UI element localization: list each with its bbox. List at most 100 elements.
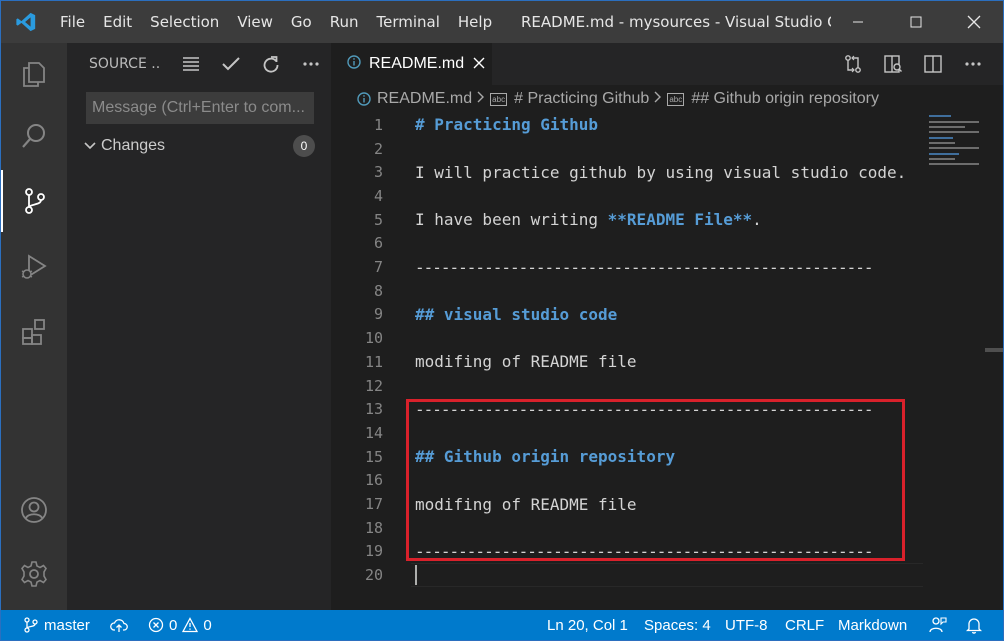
minimize-icon [853, 21, 863, 23]
commit-button[interactable] [211, 49, 251, 79]
problems-indicator[interactable]: 0 0 [148, 610, 212, 640]
ellipsis-icon [303, 62, 319, 66]
minimap-line [929, 131, 979, 133]
line-number: 13 [364, 400, 383, 419]
maximize-button[interactable] [887, 1, 945, 43]
string-symbol-icon: abc [490, 92, 508, 106]
menu-edit[interactable]: Edit [94, 1, 141, 43]
line-number: 18 [364, 518, 383, 537]
status-bar: master 0 0 Ln 20, Col 1 Spaces: 4 UTF-8 … [1, 610, 1003, 640]
manage-button[interactable] [1, 543, 67, 605]
encoding-setting[interactable]: UTF-8 [725, 610, 768, 640]
source-control-button[interactable] [1, 170, 67, 232]
code-line-5: 5 I have been writing **README File**. [331, 208, 923, 232]
tab-readme[interactable]: README.md [331, 43, 492, 85]
line-text-bold: **README File** [607, 210, 753, 230]
highlight-annotation-box [406, 399, 905, 561]
breadcrumb-file-label: README.md [377, 90, 473, 107]
line-number: 10 [364, 329, 383, 348]
branch-name: master [44, 616, 90, 634]
line-text-post: . [752, 210, 762, 230]
git-branch-icon [24, 617, 38, 633]
split-editor-icon [924, 55, 942, 73]
refresh-button[interactable] [251, 49, 291, 79]
feedback-button[interactable] [929, 610, 952, 640]
code-line-10: 10 [331, 326, 923, 350]
menu-selection[interactable]: Selection [141, 1, 228, 43]
branch-indicator[interactable]: master [23, 610, 90, 640]
language-mode[interactable]: Markdown [838, 610, 907, 640]
text-cursor [415, 565, 417, 585]
notifications-button[interactable] [966, 610, 987, 640]
extensions-button[interactable] [1, 301, 67, 363]
minimap-line [929, 115, 951, 117]
search-button[interactable] [1, 105, 67, 167]
minimap[interactable] [923, 113, 985, 610]
source-control-icon [25, 188, 45, 214]
minimap-line [929, 163, 979, 165]
open-preview-button[interactable] [873, 49, 913, 79]
line-number: 9 [373, 305, 383, 324]
commit-message-input[interactable] [86, 92, 314, 124]
run-debug-button[interactable] [1, 236, 67, 298]
close-icon [473, 57, 485, 69]
line-number: 8 [373, 281, 383, 300]
indentation-setting[interactable]: Spaces: 4 [644, 610, 711, 640]
scrollbar-thumb[interactable] [985, 348, 1003, 352]
extensions-icon [22, 319, 45, 345]
editor-more-actions-button[interactable] [953, 49, 993, 79]
menu-help[interactable]: Help [449, 1, 501, 43]
line-number: 14 [364, 423, 383, 442]
cursor-position[interactable]: Ln 20, Col 1 [547, 610, 628, 640]
breadcrumb-symbol-1-label: # Practicing Github [514, 90, 650, 107]
error-count: 0 [169, 616, 178, 634]
breadcrumb-file[interactable]: README.md [357, 90, 472, 108]
menu-file[interactable]: File [51, 1, 94, 43]
code-line-20: 20 [331, 563, 923, 587]
minimap-line [929, 137, 953, 139]
menu-run[interactable]: Run [321, 1, 368, 43]
window-title: README.md - mysources - Visual Studio C.… [521, 13, 831, 31]
warning-icon [182, 617, 199, 633]
run-debug-icon [21, 254, 47, 279]
sidebar-header: SOURCE ... [67, 43, 331, 85]
explorer-button[interactable] [1, 43, 67, 105]
minimap-line [929, 121, 979, 123]
changes-group[interactable]: Changes 0 [79, 133, 319, 159]
line-number: 20 [364, 566, 383, 585]
vertical-scrollbar[interactable] [985, 113, 1003, 610]
window-controls [829, 1, 1003, 43]
line-number: 4 [373, 186, 383, 205]
eol-setting[interactable]: CRLF [785, 610, 824, 640]
menu-go[interactable]: Go [282, 1, 321, 43]
breadcrumb-symbol-1[interactable]: abc # Practicing Github [490, 90, 649, 108]
line-text: I will practice github by using visual s… [415, 162, 907, 182]
more-actions-button[interactable] [291, 49, 331, 79]
line-number: 5 [373, 210, 383, 229]
source-control-sidebar: SOURCE ... Changes 0 [67, 43, 331, 610]
minimap-line [929, 126, 965, 128]
open-changes-button[interactable] [833, 49, 873, 79]
bell-icon [966, 618, 982, 634]
sync-button[interactable] [110, 610, 133, 640]
line-text: modifing of README file [415, 352, 637, 372]
menu-view[interactable]: View [228, 1, 282, 43]
account-button[interactable] [1, 479, 67, 541]
preview-icon [884, 55, 902, 73]
error-icon [148, 617, 164, 633]
menu-terminal[interactable]: Terminal [368, 1, 449, 43]
vscode-logo-icon [1, 1, 51, 43]
close-window-button[interactable] [945, 1, 1003, 43]
split-editor-button[interactable] [913, 49, 953, 79]
line-number: 17 [364, 495, 383, 514]
changes-count-badge: 0 [293, 135, 315, 157]
title-bar: File Edit Selection View Go Run Terminal… [1, 1, 1003, 43]
minimize-button[interactable] [829, 1, 887, 43]
view-as-list-button[interactable] [171, 49, 211, 79]
breadcrumb-symbol-2[interactable]: abc ## Github origin repository [667, 90, 879, 108]
open-changes-icon [845, 55, 861, 73]
tab-close-button[interactable] [473, 54, 485, 74]
code-line-11: 11 modifing of README file [331, 350, 923, 374]
minimap-line [929, 158, 955, 160]
changes-label: Changes [101, 137, 166, 154]
